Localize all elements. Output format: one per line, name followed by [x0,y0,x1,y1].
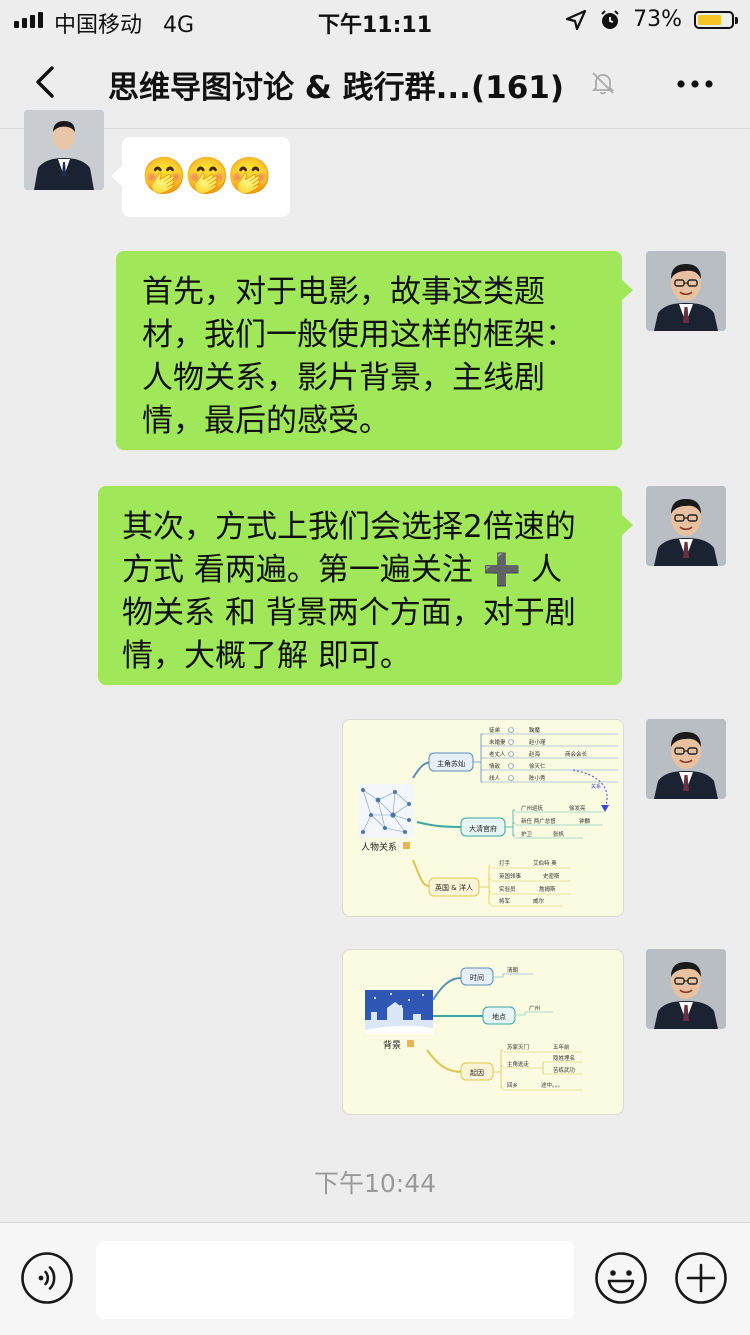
node-text: 威尔 [533,897,545,905]
message-line: 首先，对于电影，故事这类题 [142,274,545,310]
node-text: 商会会长 [565,750,588,758]
chat-title: 思维导图讨论 & 践行群...(161) [108,62,588,107]
image-message-background-map[interactable]: 背景 时间 清朝 地点 广州 起因 苏家灭门 五年前 主角逃走 隐姓埋名 苦练武… [342,949,624,1115]
avatar-photo [646,251,726,331]
node-text: 广州 [529,1004,540,1012]
node-text: 英国领事 [499,872,522,880]
emoji-button[interactable] [594,1251,648,1305]
map-center-label: 背景 [383,1039,401,1051]
network-graphic [359,784,413,838]
node-text: 徐发亮 [569,804,586,812]
node-text: 情敌 [489,762,501,770]
branch-label: 地点 [492,1012,506,1021]
message-line: 物关系 和 背景两个方面，对于剧 [122,595,576,631]
node-text: 打手 [499,859,511,867]
self-avatar[interactable] [646,251,726,331]
message-line: 人物关系，影片背景，主线剧 [142,360,545,396]
node-text: 苦练武功 [553,1066,576,1074]
node-text: 新任 两广总督 [521,817,556,825]
message-bubble-other[interactable]: 🤭🤭🤭 [111,137,290,217]
message-line: 情，大概了解 即可。 [122,638,411,674]
bell-muted-icon [591,72,615,95]
sender-avatar[interactable] [24,110,104,190]
node-text: 途中。。。 [541,1081,563,1089]
status-bar: 中国移动 4G 下午11:11 73% [0,0,750,40]
node-text: 未婚妻 [489,738,506,746]
avatar-photo [646,949,726,1029]
branch-label: 大清官府 [469,824,497,833]
node-text: 史密斯 [543,872,560,880]
node-text: 隐姓埋名 [553,1054,575,1062]
location-arrow-icon [565,9,587,30]
branch-label: 主角苏灿 [437,759,465,768]
avatar-photo [646,486,726,566]
more-options-button[interactable] [670,66,720,102]
node-text: 陈小秀 [529,774,546,782]
node-text: 实验员 [499,885,516,893]
message-timestamp: 下午10:44 [313,1169,437,1198]
status-right: 73% [565,7,738,32]
node-text: 线人 [489,774,501,782]
battery-percent: 73% [633,7,682,32]
node-text: 老丈人 [489,750,506,758]
node-text: 詹姆斯 [539,885,556,893]
message-line: 材，我们一般使用这样的框架： [142,317,576,353]
node-text: 赵小瑾 [529,738,546,746]
node-text: 广州巡抚 [521,804,544,812]
group-name: 思维导图讨论 & 践行群... [108,70,471,106]
node-text: 艾伯特 奥 [533,859,557,867]
relation-label: 关系 [591,783,601,790]
message-line: 方式 看两遍。第一遍关注 ➕ 人 [122,552,563,588]
self-avatar[interactable] [646,719,726,799]
chat-header: 思维导图讨论 & 践行群...(161) [0,40,750,129]
emoji-text: 🤭🤭🤭 [141,156,272,197]
battery-icon [694,10,738,29]
node-text: 徒弟 [489,726,501,734]
node-text: 将军 [499,897,511,905]
node-text: 回乡 [507,1082,518,1089]
message-bubble-self[interactable]: 首先，对于电影，故事这类题 材，我们一般使用这样的框架： 人物关系，影片背景，主… [116,251,633,450]
branch-label: 英国 & 洋人 [435,883,473,892]
avatar-photo [24,110,104,190]
member-count: (161) [470,70,564,106]
input-bar [0,1222,750,1335]
node-text: 钟麟 [579,817,591,825]
winter-scene-graphic [365,990,433,1034]
mind-map-image: 背景 时间 清朝 地点 广州 起因 苏家灭门 五年前 主角逃走 隐姓埋名 苦练武… [365,966,583,1091]
node-text: 苏家灭门 [507,1043,529,1051]
node-text: 张帆 [553,830,565,838]
node-text: 徐天仁 [529,762,546,770]
branch-label: 起因 [470,1069,484,1077]
more-functions-button[interactable] [674,1251,728,1305]
message-input[interactable] [96,1241,574,1319]
image-message-character-map[interactable]: 人物关系 主角苏灿 徒弟 鞠魔 未婚妻 赵小瑾 老丈人 赵海 商会会长 情敌 徐… [342,719,624,917]
node-text: 护卫 [521,830,533,838]
node-text: 五年前 [553,1043,570,1051]
mind-map-image: 人物关系 主角苏灿 徒弟 鞠魔 未婚妻 赵小瑾 老丈人 赵海 商会会长 情敌 徐… [359,726,618,907]
node-text: 赵海 [529,750,541,758]
node-text: 主角逃走 [507,1060,530,1068]
node-text: 鞠魔 [529,726,541,734]
self-avatar[interactable] [646,949,726,1029]
map-center-label: 人物关系 [361,841,397,853]
branch-label: 时间 [470,973,484,982]
self-avatar[interactable] [646,486,726,566]
back-button[interactable] [24,60,68,104]
message-line: 情，最后的感受。 [142,403,390,439]
avatar-photo [646,719,726,799]
node-text: 清朝 [507,966,519,974]
voice-input-button[interactable] [20,1251,74,1305]
message-bubble-self[interactable]: 其次，方式上我们会选择2倍速的 方式 看两遍。第一遍关注 ➕ 人 物关系 和 背… [98,486,633,685]
message-line: 其次，方式上我们会选择2倍速的 [122,509,576,545]
alarm-clock-icon [601,9,619,29]
